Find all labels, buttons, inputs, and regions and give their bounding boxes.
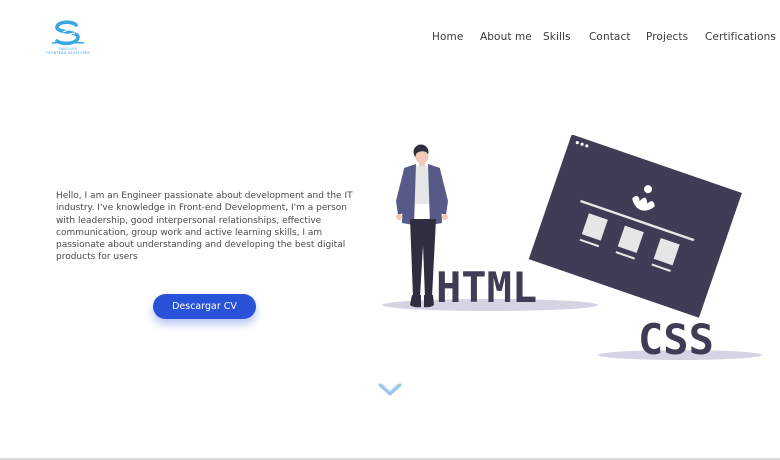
page: SANTIAGO FRONTEND DEVELOPER Home About m… [0, 0, 780, 460]
hero-illustration: HTML CSS [382, 135, 762, 364]
chevron-down-icon[interactable] [378, 380, 402, 400]
browser-window-graphic [528, 135, 742, 318]
nav-item-projects[interactable]: Projects [646, 31, 688, 43]
nav-item-about-me[interactable]: About me [480, 31, 532, 43]
main-nav: Home About me Skills Contact Projects Ce… [0, 31, 780, 47]
html-label: HTML [436, 263, 537, 312]
logo-caption-line2: FRONTEND DEVELOPER [46, 51, 90, 55]
intro-text: Hello, I am an Engineer passionate about… [56, 191, 353, 263]
nav-item-contact[interactable]: Contact [589, 31, 631, 43]
css-label: CSS [638, 315, 714, 364]
nav-item-home[interactable]: Home [432, 31, 463, 43]
logo-caption: SANTIAGO FRONTEND DEVELOPER [42, 47, 94, 55]
nav-item-certifications[interactable]: Certifications [705, 31, 776, 43]
nav-item-skills[interactable]: Skills [543, 31, 571, 43]
download-cv-button[interactable]: Descargar CV [153, 294, 256, 319]
